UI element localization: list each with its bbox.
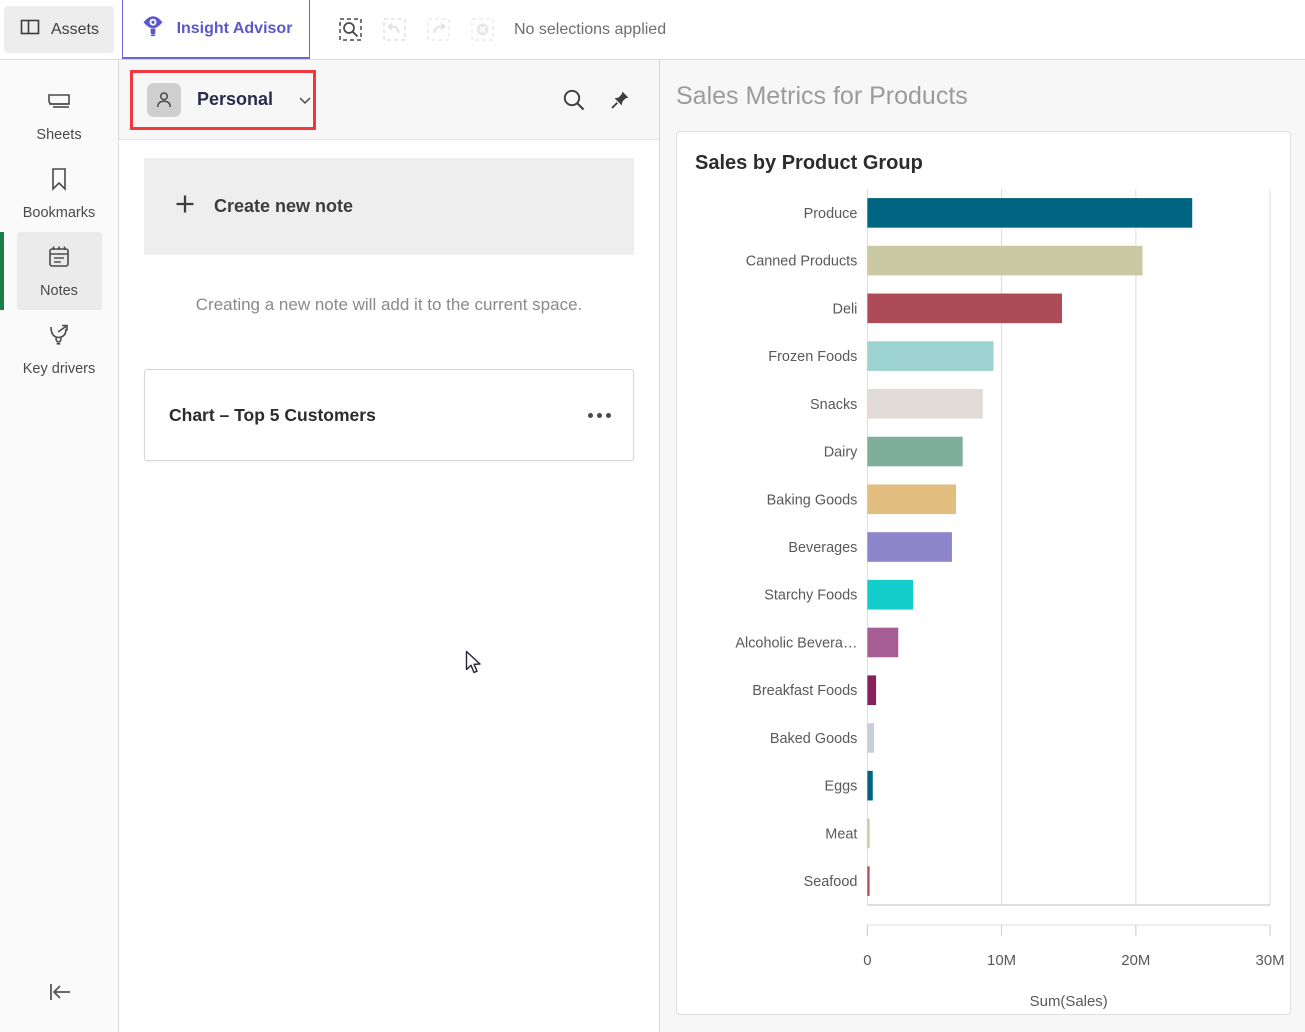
page-title: Sales Metrics for Products: [676, 82, 968, 110]
insight-advisor-icon: [140, 13, 166, 44]
create-new-note-button[interactable]: Create new note: [144, 158, 634, 255]
collapse-left-icon[interactable]: [0, 970, 119, 1014]
sidebar-item-label: Key drivers: [22, 361, 96, 377]
svg-text:Starchy Foods: Starchy Foods: [764, 588, 857, 604]
more-options-icon[interactable]: [588, 412, 611, 418]
svg-text:Sum(Sales): Sum(Sales): [1030, 993, 1108, 1010]
svg-text:Baked Goods: Baked Goods: [770, 731, 858, 747]
sidebar-item-label: Sheets: [36, 127, 82, 143]
create-new-note-label: Create new note: [214, 196, 354, 216]
assets-tab-label: Assets: [50, 20, 99, 38]
assets-panel-icon: [19, 16, 41, 43]
svg-text:Alcoholic Bevera…: Alcoholic Bevera…: [735, 635, 857, 651]
selection-status-text: No selections applied: [514, 20, 667, 38]
notes-panel-header: Personal: [119, 60, 659, 140]
list-item[interactable]: Chart – Top 5 Customers: [144, 369, 634, 461]
svg-text:Produce: Produce: [804, 206, 858, 222]
chart-title: Sales by Product Group: [695, 152, 923, 174]
selection-undo-button[interactable]: [372, 8, 416, 52]
sidebar-item-label: Notes: [40, 283, 78, 299]
tab-assets[interactable]: Assets: [4, 6, 114, 53]
insight-advisor-tab-label: Insight Advisor: [176, 19, 293, 37]
person-icon: [147, 82, 181, 117]
sidebar-item-sheets[interactable]: Sheets: [17, 76, 102, 154]
selection-search-button[interactable]: [328, 8, 372, 52]
svg-text:Frozen Foods: Frozen Foods: [768, 349, 857, 365]
svg-text:0: 0: [863, 952, 871, 969]
notes-panel-body: Create new note Creating a new note will…: [119, 140, 659, 461]
note-title: Chart – Top 5 Customers: [169, 404, 376, 425]
left-rail: Sheets Bookmarks Notes Key drivers: [0, 60, 119, 1032]
svg-text:Beverages: Beverages: [788, 540, 857, 556]
svg-text:20M: 20M: [1121, 952, 1150, 969]
svg-text:30M: 30M: [1256, 952, 1285, 969]
sidebar-item-bookmarks[interactable]: Bookmarks: [17, 154, 102, 232]
svg-text:Deli: Deli: [833, 301, 858, 317]
space-name-label: Personal: [197, 89, 274, 109]
app-root: Assets Insight Advisor No selections app…: [0, 0, 1305, 1032]
plus-icon: [173, 192, 197, 221]
key-drivers-icon: [45, 321, 73, 354]
chart-card: Sales by Product Group Produce Canned Pro…: [676, 131, 1291, 1015]
sheets-icon: [45, 87, 73, 120]
svg-text:Eggs: Eggs: [824, 779, 857, 795]
tab-insight-advisor[interactable]: Insight Advisor: [122, 0, 310, 59]
selection-redo-button[interactable]: [416, 8, 460, 52]
space-selector[interactable]: Personal: [137, 75, 283, 125]
pin-icon[interactable]: [609, 89, 631, 111]
svg-text:Baking Goods: Baking Goods: [767, 492, 858, 508]
notes-panel: Personal Create new note Creating a new …: [119, 60, 660, 1032]
svg-text:Canned Products: Canned Products: [746, 254, 858, 270]
selection-clear-button[interactable]: [460, 8, 504, 52]
svg-text:Seafood: Seafood: [804, 874, 858, 890]
svg-text:Breakfast Foods: Breakfast Foods: [752, 683, 857, 699]
sales-by-product-group-chart[interactable]: Produce Canned Products Deli Frozen Foods Sn…: [677, 187, 1290, 1017]
top-toolbar: Assets Insight Advisor No selections app…: [0, 0, 1305, 60]
svg-text:Meat: Meat: [825, 826, 857, 842]
sidebar-item-label: Bookmarks: [22, 205, 96, 221]
search-icon[interactable]: [561, 87, 587, 113]
svg-text:10M: 10M: [987, 952, 1016, 969]
notes-hint-text: Creating a new note will add it to the c…: [195, 295, 583, 314]
sidebar-item-key-drivers[interactable]: Key drivers: [17, 310, 102, 388]
chevron-down-icon[interactable]: [297, 92, 313, 108]
bookmark-icon: [45, 165, 73, 198]
chart-pane: Sales Metrics for Products Sales by Prod…: [660, 60, 1305, 1032]
notes-icon: [45, 243, 73, 276]
notes-header-actions: [561, 87, 641, 113]
selection-toolbar: No selections applied: [328, 0, 666, 59]
sidebar-item-notes[interactable]: Notes: [0, 232, 102, 310]
svg-text:Dairy: Dairy: [824, 445, 858, 461]
svg-text:Snacks: Snacks: [810, 397, 857, 413]
